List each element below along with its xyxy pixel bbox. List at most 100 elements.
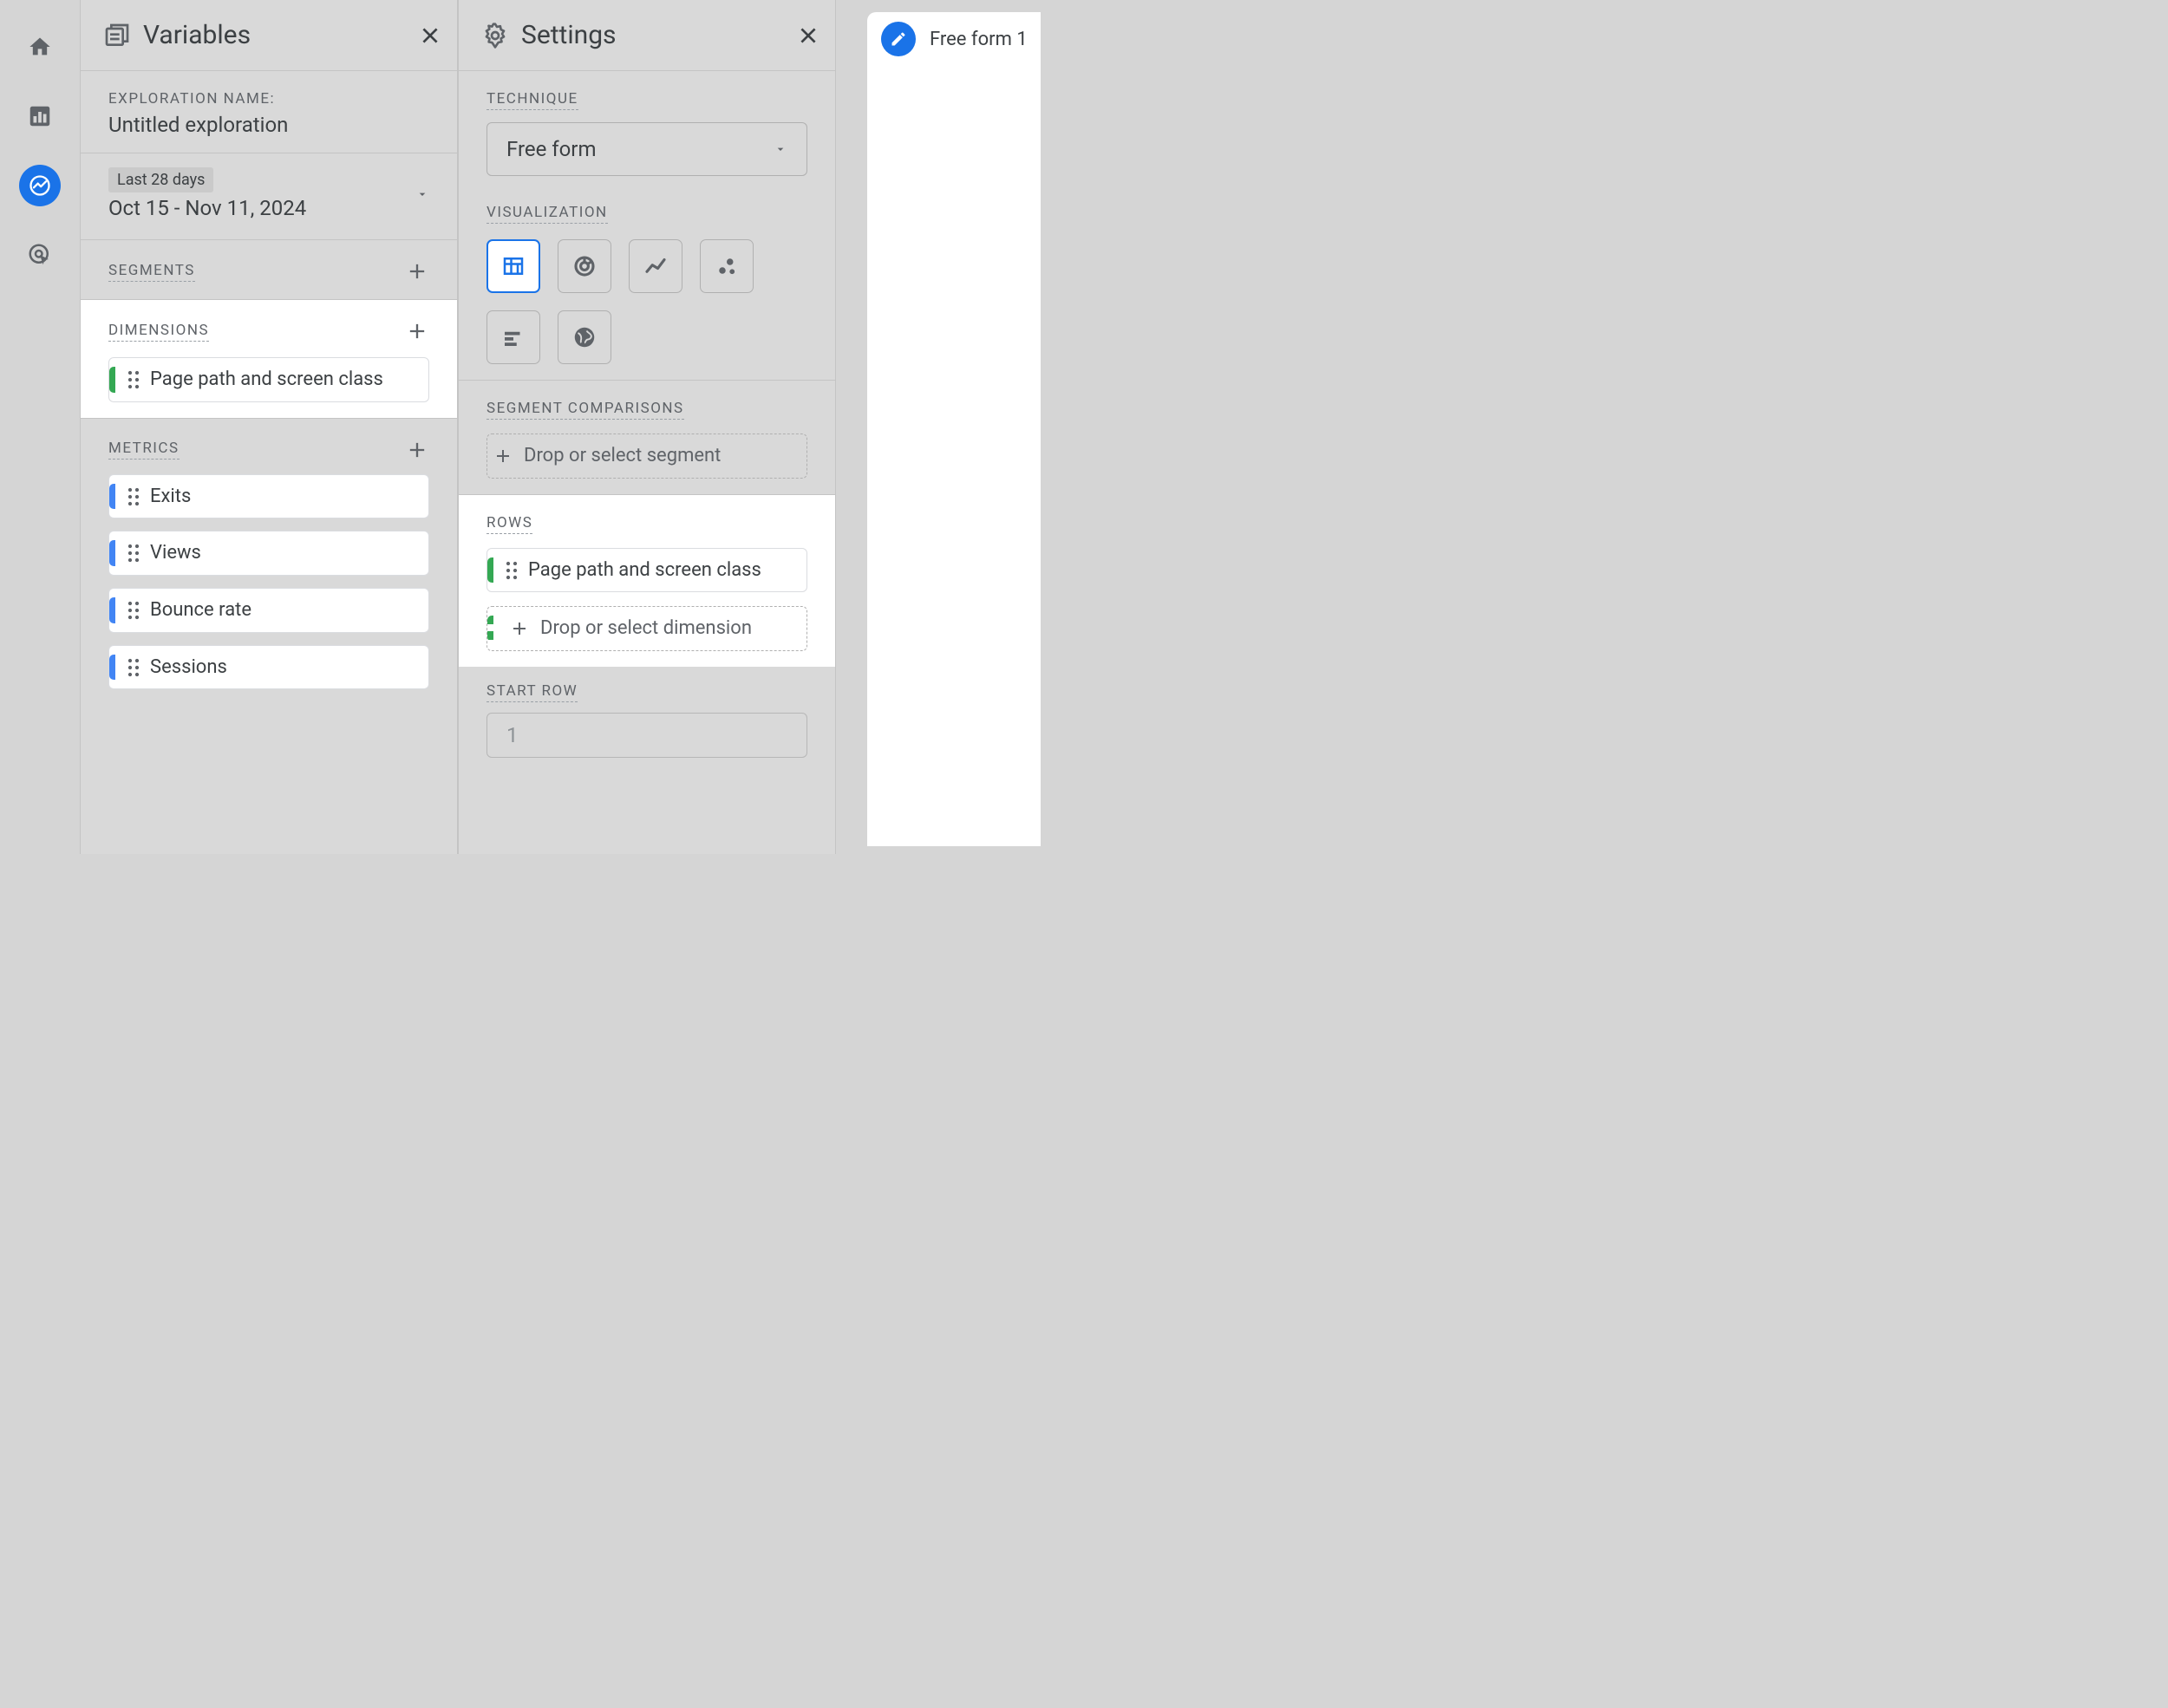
plus-icon: [509, 618, 530, 639]
date-range-text: Oct 15 - Nov 11, 2024: [108, 196, 306, 220]
table-icon: [500, 253, 526, 279]
line-chart-icon: [643, 253, 669, 279]
close-icon: [797, 24, 820, 47]
row-drop-zone[interactable]: Drop or select dimension: [486, 606, 807, 651]
start-row-value: 1: [506, 723, 787, 747]
exploration-name-label: EXPLORATION NAME:: [108, 90, 429, 108]
add-dimension-button[interactable]: [405, 319, 429, 343]
metrics-label: METRICS: [108, 440, 180, 460]
add-metric-button[interactable]: [405, 438, 429, 462]
dropdown-arrow-icon: [415, 187, 429, 201]
chip-color-bar: [109, 540, 115, 566]
technique-section: TECHNIQUE Free form: [459, 71, 835, 185]
exploration-name-input[interactable]: Untitled exploration: [108, 113, 429, 137]
chip-color-bar: [487, 616, 493, 642]
nav-explore[interactable]: [19, 165, 61, 206]
metric-chip[interactable]: Views: [108, 531, 429, 576]
tab-label: Free form 1: [930, 29, 1028, 50]
start-row-label: START ROW: [486, 682, 578, 702]
plus-icon: [405, 319, 429, 343]
pencil-icon: [890, 30, 907, 48]
segment-comparisons-label: SEGMENT COMPARISONS: [486, 400, 684, 420]
bar-chart-icon: [27, 103, 53, 129]
home-icon: [28, 35, 52, 59]
segment-comparisons-section: SEGMENT COMPARISONS Drop or select segme…: [459, 381, 835, 495]
segment-drop-label: Drop or select segment: [524, 443, 721, 469]
visualization-section: VISUALIZATION: [459, 185, 835, 381]
plus-icon: [405, 259, 429, 284]
visualization-label: VISUALIZATION: [486, 204, 608, 224]
canvas-area: [867, 66, 1041, 846]
metrics-section: METRICS Exits Views: [81, 419, 457, 706]
date-preset-label: Last 28 days: [108, 167, 213, 192]
close-variables-button[interactable]: [419, 24, 441, 47]
close-icon: [419, 24, 441, 47]
start-row-input[interactable]: 1: [486, 713, 807, 758]
metric-chip[interactable]: Bounce rate: [108, 588, 429, 633]
nav-advertising[interactable]: [19, 234, 61, 276]
viz-donut-button[interactable]: [558, 239, 611, 293]
gear-icon: [481, 22, 509, 49]
settings-header: Settings: [459, 0, 835, 71]
technique-label: TECHNIQUE: [486, 90, 578, 110]
edit-tab-button[interactable]: [881, 22, 916, 56]
add-segment-button[interactable]: [405, 259, 429, 284]
drag-handle-icon[interactable]: [126, 657, 141, 678]
nav-reports[interactable]: [19, 95, 61, 137]
variables-header: Variables: [81, 0, 457, 71]
dimensions-section: DIMENSIONS Page path and screen class: [81, 300, 457, 419]
variables-title: Variables: [143, 20, 407, 50]
chip-color-bar: [109, 597, 115, 623]
segments-section: SEGMENTS: [81, 240, 457, 300]
row-chip[interactable]: Page path and screen class: [486, 548, 807, 593]
plus-icon: [493, 446, 513, 466]
nav-home[interactable]: [19, 26, 61, 68]
row-drop-label: Drop or select dimension: [540, 616, 752, 642]
dimension-chip[interactable]: Page path and screen class: [108, 357, 429, 402]
dimension-chip-label: Page path and screen class: [150, 367, 383, 393]
metric-chip[interactable]: Sessions: [108, 645, 429, 690]
drag-handle-icon[interactable]: [126, 600, 141, 621]
variables-panel: Variables EXPLORATION NAME: Untitled exp…: [80, 0, 458, 854]
dropdown-arrow-icon: [774, 142, 787, 156]
viz-table-button[interactable]: [486, 239, 540, 293]
metric-chip[interactable]: Exits: [108, 474, 429, 519]
metric-chip-label: Exits: [150, 484, 191, 510]
exploration-name-section: EXPLORATION NAME: Untitled exploration: [81, 71, 457, 153]
donut-chart-icon: [571, 253, 598, 279]
start-row-section: START ROW 1: [459, 667, 835, 758]
scatter-icon: [714, 253, 740, 279]
segments-label: SEGMENTS: [108, 262, 195, 282]
exploration-tab[interactable]: Free form 1: [867, 12, 1041, 66]
chip-color-bar: [109, 655, 115, 681]
drag-handle-icon[interactable]: [126, 543, 141, 564]
metric-chip-label: Sessions: [150, 655, 227, 681]
chip-color-bar: [109, 367, 115, 393]
settings-panel: Settings TECHNIQUE Free form VISUALIZATI…: [458, 0, 836, 854]
viz-scatter-button[interactable]: [700, 239, 754, 293]
plus-icon: [405, 438, 429, 462]
metric-chip-label: Bounce rate: [150, 597, 251, 623]
target-click-icon: [27, 242, 53, 268]
drag-handle-icon[interactable]: [126, 486, 141, 507]
metric-chip-label: Views: [150, 540, 201, 566]
settings-title: Settings: [521, 20, 785, 50]
dimensions-label: DIMENSIONS: [108, 322, 209, 342]
close-settings-button[interactable]: [797, 24, 820, 47]
technique-select[interactable]: Free form: [486, 122, 807, 176]
viz-bar-button[interactable]: [486, 310, 540, 364]
viz-geo-button[interactable]: [558, 310, 611, 364]
nav-rail: [0, 0, 80, 854]
technique-value: Free form: [506, 137, 774, 161]
segment-drop-zone[interactable]: Drop or select segment: [486, 434, 807, 479]
chip-color-bar: [109, 484, 115, 510]
rows-section: ROWS Page path and screen class Drop or …: [459, 495, 835, 667]
rows-label: ROWS: [486, 514, 532, 534]
variables-icon: [103, 22, 131, 49]
drag-handle-icon[interactable]: [126, 369, 141, 390]
drag-handle-icon[interactable]: [504, 560, 519, 581]
viz-line-button[interactable]: [629, 239, 682, 293]
bar-horizontal-icon: [500, 324, 526, 350]
date-range-selector[interactable]: Last 28 days Oct 15 - Nov 11, 2024: [81, 153, 457, 240]
globe-icon: [571, 324, 598, 350]
